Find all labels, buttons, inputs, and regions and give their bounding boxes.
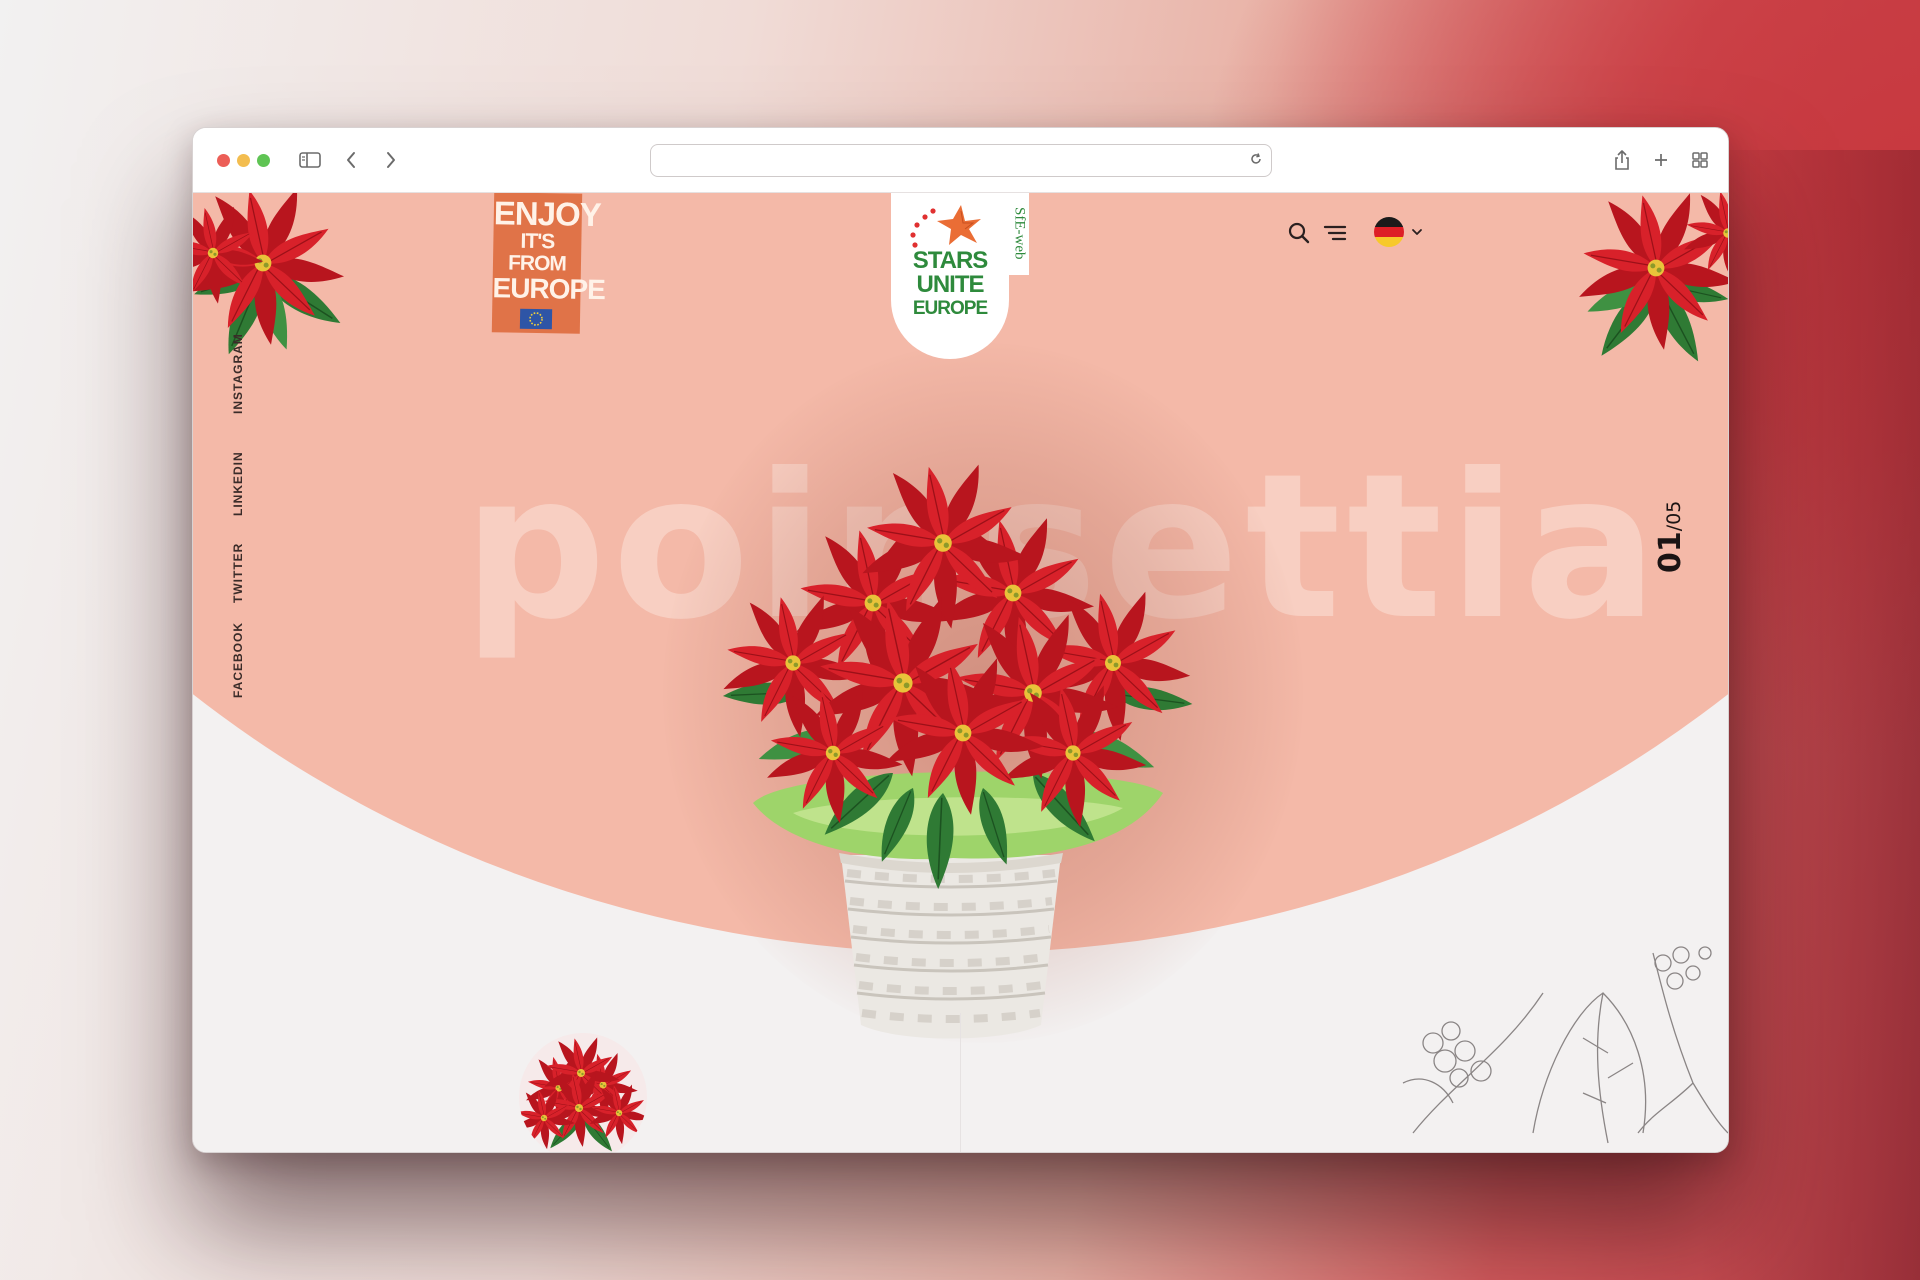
- address-bar[interactable]: [650, 144, 1272, 177]
- hero-poinsettia-plant: [643, 433, 1195, 1039]
- corner-poinsettia-left: [193, 193, 349, 360]
- tab-overview-icon[interactable]: [1689, 146, 1711, 174]
- eu-flag-icon: [519, 308, 553, 330]
- logo-text: STARS UNITE EUROPE: [891, 249, 1009, 321]
- search-icon[interactable]: [1287, 221, 1311, 250]
- back-icon[interactable]: [339, 146, 363, 174]
- slide-counter-total: /05: [1663, 500, 1685, 532]
- badge-line-1: ENJOY: [493, 194, 602, 234]
- social-links: FACEBOOK TWITTER LINKEDIN INSTAGRAM: [231, 333, 261, 698]
- wicker-basket: [839, 853, 1063, 1039]
- enjoy-europe-badge[interactable]: ENJOY IT'S FROM EUROPE: [491, 193, 606, 334]
- social-link-linkedin[interactable]: LINKEDIN: [231, 451, 245, 516]
- menu-icon[interactable]: [1323, 221, 1347, 250]
- chevron-down-icon: [1412, 229, 1422, 235]
- stars-unite-europe-logo[interactable]: STARS UNITE EUROPE: [891, 193, 1009, 359]
- language-selector[interactable]: [1373, 216, 1427, 255]
- social-link-facebook[interactable]: FACEBOOK: [231, 622, 245, 698]
- corner-poinsettia-right: [1528, 193, 1728, 368]
- website-page: poinsettia ENJOY IT'S FROM EUROPE: [193, 193, 1728, 1152]
- zoom-window-button[interactable]: [257, 154, 270, 167]
- forward-icon[interactable]: [379, 146, 403, 174]
- logo-line-1: STARS: [912, 247, 989, 274]
- browser-window: poinsettia ENJOY IT'S FROM EUROPE: [192, 127, 1729, 1153]
- share-icon[interactable]: [1611, 146, 1633, 174]
- backdrop-shadow: [1700, 150, 1920, 1280]
- botanical-sketch: [1402, 946, 1728, 1144]
- close-window-button[interactable]: [217, 154, 230, 167]
- social-link-instagram[interactable]: INSTAGRAM: [231, 333, 245, 414]
- logo-line-2: UNITE: [916, 271, 985, 298]
- new-tab-icon[interactable]: [1650, 146, 1672, 174]
- slide-counter: 01/05: [1653, 473, 1693, 573]
- sfe-web-tab[interactable]: SfE-web: [1009, 193, 1029, 275]
- thumbnail-poinsettia[interactable]: [519, 1033, 647, 1152]
- page-divider: [960, 1013, 961, 1152]
- badge-line-3: EUROPE: [492, 272, 606, 306]
- browser-toolbar: [193, 128, 1728, 193]
- logo-line-3: EUROPE: [912, 298, 988, 319]
- badge-line-2: IT'S FROM: [507, 229, 567, 276]
- slide-counter-current: 01: [1653, 531, 1688, 573]
- minimize-window-button[interactable]: [237, 154, 250, 167]
- social-link-twitter[interactable]: TWITTER: [231, 543, 245, 603]
- sidebar-icon[interactable]: [297, 146, 323, 174]
- german-flag-icon: [1374, 217, 1404, 247]
- reload-icon[interactable]: [1249, 152, 1263, 171]
